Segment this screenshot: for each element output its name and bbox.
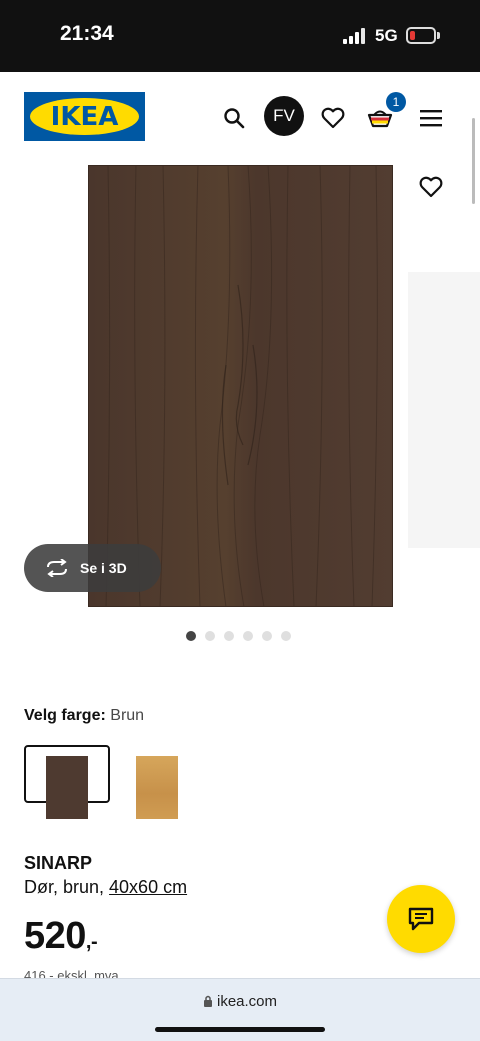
chat-icon (408, 907, 434, 931)
search-icon[interactable] (214, 98, 254, 138)
signal-icon (343, 28, 367, 44)
ikea-logo[interactable]: IKEA (24, 92, 145, 141)
avatar-initials: FV (273, 106, 295, 125)
product-description: Dør, brun, 40x60 cm (24, 877, 187, 898)
cart-count-badge: 1 (386, 92, 406, 112)
logo-oval: IKEA (30, 98, 139, 135)
image-pagination (186, 631, 291, 641)
view-in-3d-label: Se i 3D (80, 560, 127, 576)
color-label-title: Velg farge: (24, 707, 106, 724)
lock-icon (203, 995, 212, 1007)
pagination-dot[interactable] (243, 631, 253, 641)
home-indicator[interactable] (155, 1027, 325, 1032)
selected-color-value: Brun (110, 707, 145, 724)
color-option-brown[interactable] (24, 745, 110, 819)
product-size-link[interactable]: 40x60 cm (109, 877, 187, 897)
logo-text: IKEA (50, 101, 119, 132)
price-value: 520 (24, 915, 86, 957)
color-picker-label: Velg farge: Brun (24, 707, 144, 725)
color-option-oak[interactable] (136, 756, 178, 819)
pagination-dot[interactable] (262, 631, 272, 641)
network-type: 5G (375, 26, 398, 45)
heart-icon[interactable] (313, 98, 353, 138)
status-bar: 21:34 5G (0, 0, 480, 72)
rotate-3d-icon (47, 559, 67, 577)
browser-url-bar[interactable]: ikea.com (0, 978, 480, 1041)
product-image[interactable] (88, 165, 393, 607)
avatar[interactable]: FV (264, 96, 304, 136)
status-time: 21:34 (60, 22, 114, 45)
next-product-image[interactable] (408, 272, 480, 548)
battery-icon (406, 27, 436, 44)
pagination-dot[interactable] (224, 631, 234, 641)
brown-swatch (46, 756, 88, 819)
pagination-dot[interactable] (205, 631, 215, 641)
chat-button[interactable] (387, 885, 455, 953)
menu-icon[interactable] (411, 98, 451, 138)
product-description-text: Dør, brun, (24, 877, 110, 897)
site-header: IKEA FV 1 (0, 72, 480, 164)
product-price: 520,- (24, 915, 98, 958)
pagination-dot[interactable] (281, 631, 291, 641)
view-in-3d-button[interactable]: Se i 3D (24, 544, 161, 592)
product-name: SINARP (24, 853, 93, 873)
pagination-dot[interactable] (186, 631, 196, 641)
battery-tip (437, 32, 440, 39)
url-text: ikea.com (216, 993, 278, 1010)
price-suffix: ,- (85, 931, 98, 953)
add-to-favorites-heart-icon[interactable] (414, 170, 448, 204)
scroll-indicator[interactable] (472, 118, 475, 204)
url-display[interactable]: ikea.com (0, 993, 480, 1010)
